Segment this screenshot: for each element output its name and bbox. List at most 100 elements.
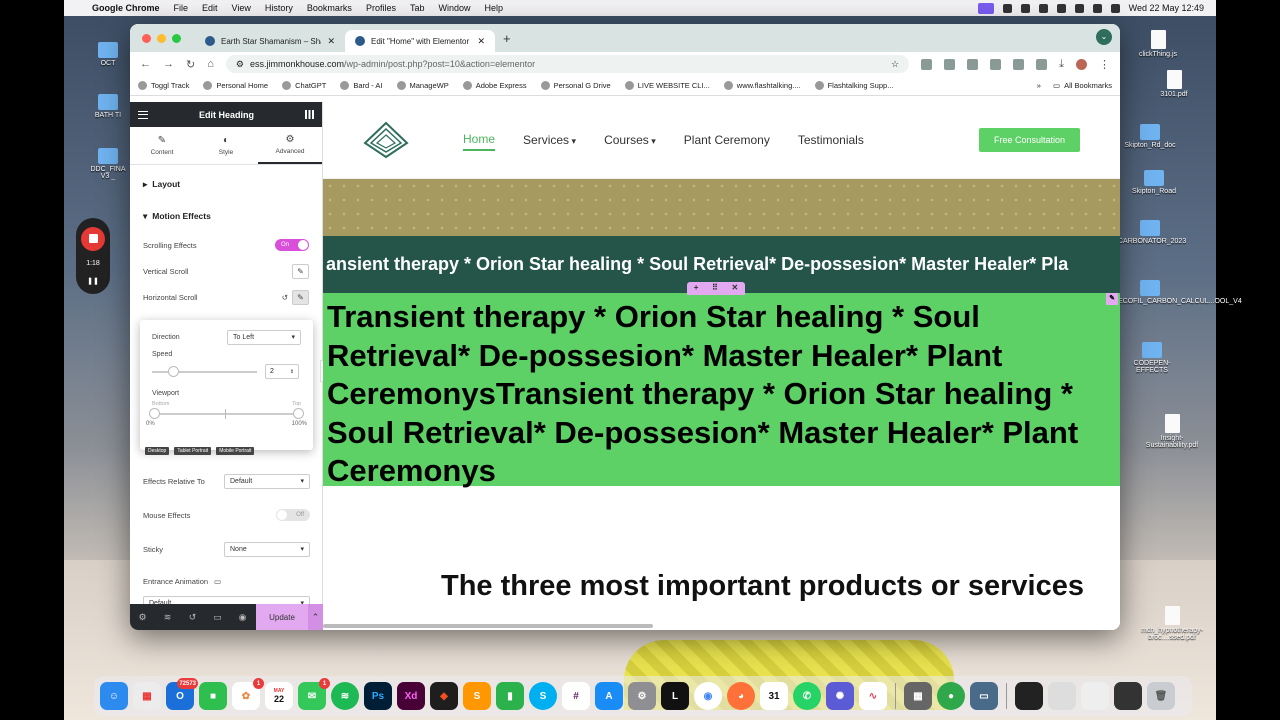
firefox-icon[interactable]: ◕	[727, 682, 755, 710]
device-chip-tablet[interactable]: Tablet Portrait	[174, 447, 212, 455]
menu-profiles[interactable]: Profiles	[366, 3, 396, 13]
horizontal-scrollbar[interactable]	[323, 624, 653, 628]
bookmark-item[interactable]: www.flashtalking....	[723, 81, 801, 90]
tab-search-icon[interactable]: ⌄	[1096, 29, 1112, 45]
control-center-icon[interactable]	[1110, 3, 1120, 13]
status-icon[interactable]	[1038, 3, 1048, 13]
section-motion-effects[interactable]: ▾ Motion Effects	[130, 200, 322, 232]
drag-handle-icon[interactable]: ⠿	[712, 269, 718, 308]
find-my-icon[interactable]: ●	[937, 682, 965, 710]
bookmark-item[interactable]: Bard - AI	[340, 81, 383, 90]
maximize-window-button[interactable]	[172, 33, 181, 43]
desktop-folder-left[interactable]: OCT	[86, 42, 130, 67]
desktop-folder-skipton-road[interactable]: Skipton_Road	[1122, 170, 1186, 195]
desktop-file-3101[interactable]: 3101.pdf	[1142, 70, 1206, 98]
outlook-icon[interactable]: O 72573	[166, 678, 198, 710]
bookmark-item[interactable]: ChatGPT	[282, 81, 326, 90]
bookmark-item[interactable]: Personal Home	[203, 81, 268, 90]
history-icon[interactable]: ↺	[180, 612, 205, 623]
speed-slider[interactable]: 2 ⇕	[152, 362, 301, 382]
photoshop-icon[interactable]: Ps	[364, 682, 392, 710]
launchpad-icon[interactable]: ▦	[133, 682, 161, 710]
app-store-icon[interactable]: A	[595, 682, 623, 710]
menu-history[interactable]: History	[265, 3, 293, 13]
sticky-select[interactable]: None ▾	[224, 541, 310, 557]
hamburger-menu-icon[interactable]	[138, 110, 148, 119]
site-logo-icon[interactable]	[363, 121, 409, 159]
section-layout[interactable]: ▸ Layout	[130, 168, 322, 200]
download-icon[interactable]: ⤓	[1059, 58, 1064, 71]
desktop-folder-left[interactable]: DDC_FINA V3 _	[86, 148, 130, 180]
desktop-folder-ecofil[interactable]: ECOFIL_CARBON_CALCUL...OOL_V4	[1118, 280, 1242, 305]
address-bar[interactable]: ⚙ ess.jimmonkhouse.com/wp-admin/post.php…	[225, 55, 910, 73]
adobe-xd-icon[interactable]: Xd	[397, 682, 425, 710]
nav-home[interactable]: Home	[463, 129, 496, 151]
menu-bookmarks[interactable]: Bookmarks	[307, 3, 352, 13]
desktop-file-clickthing[interactable]: clickThing.js	[1126, 30, 1190, 58]
extensions-puzzle-icon[interactable]	[1036, 58, 1048, 70]
whatsapp-icon[interactable]: ✆	[793, 682, 821, 710]
bookmark-item[interactable]: Adobe Express	[462, 81, 527, 90]
minimize-window-button[interactable]	[157, 33, 166, 43]
viewport-end-handle[interactable]	[293, 408, 304, 419]
loom-icon[interactable]: ✺	[826, 682, 854, 710]
facetime-icon[interactable]: ■	[199, 682, 227, 710]
desktop-folder-carbonator[interactable]: CARBONATOR_2023	[1118, 220, 1186, 245]
nav-plant-ceremony[interactable]: Plant Ceremony	[684, 133, 770, 147]
all-bookmarks[interactable]: ▭ All Bookmarks	[1053, 81, 1112, 90]
widgets-grid-icon[interactable]	[304, 110, 314, 119]
calendar-31-icon[interactable]: 31	[760, 682, 788, 710]
settings-icon[interactable]: ⚙	[130, 612, 155, 623]
reset-icon[interactable]: ↺	[282, 293, 288, 302]
minimized-window-thumb[interactable]	[1048, 682, 1076, 710]
desktop-folder-skipton-rd[interactable]: Skipton_Rd_doc	[1118, 124, 1182, 149]
extension-icon[interactable]	[921, 58, 933, 70]
calculator-icon[interactable]: ▦	[904, 682, 932, 710]
speed-number-input[interactable]: 2 ⇕	[265, 364, 299, 379]
minimized-window-thumb[interactable]	[1081, 682, 1109, 710]
photos-icon[interactable]: ✿ 1	[232, 678, 264, 710]
nav-testimonials[interactable]: Testimonials	[798, 133, 864, 147]
close-tab-icon[interactable]: ✕	[477, 36, 485, 47]
close-tab-icon[interactable]: ✕	[327, 36, 335, 47]
forward-icon[interactable]: →	[163, 58, 174, 70]
analytics-app-icon[interactable]: ∿	[859, 682, 887, 710]
trash-icon[interactable]: 🗑	[1147, 682, 1175, 710]
speed-slider-handle[interactable]	[168, 366, 179, 377]
bookmark-star-icon[interactable]: ☆	[891, 59, 899, 70]
device-chip-mobile[interactable]: Mobile Portrait	[216, 447, 255, 455]
chrome-icon[interactable]: ◉	[694, 682, 722, 710]
figma-icon[interactable]: ◆	[430, 682, 458, 710]
tab-earth-star[interactable]: Earth Star Shamanism – Sham ✕	[195, 30, 345, 52]
spotify-icon[interactable]: ≋	[331, 682, 359, 710]
messages-icon[interactable]: ✉ 1	[298, 678, 330, 710]
direction-select[interactable]: To Left ▾	[227, 329, 301, 345]
search-icon[interactable]	[1092, 3, 1102, 13]
chrome-menu-icon[interactable]: ⋮	[1099, 58, 1110, 71]
update-options-icon[interactable]: ⌃	[308, 604, 323, 630]
profile-avatar[interactable]	[1076, 58, 1087, 70]
tab-style[interactable]: ◐ Style	[194, 127, 258, 164]
bookmark-item[interactable]: Toggl Track	[138, 81, 189, 90]
responsive-mode-icon[interactable]: ▭	[205, 612, 230, 623]
heading-widget[interactable]: + ⠿ ✕ ✎ Transient therapy * Orion Star h…	[323, 282, 1120, 488]
tab-advanced[interactable]: ⚙ Advanced	[258, 127, 322, 164]
bookmark-item[interactable]: LIVE WEBSITE CLI...	[624, 81, 710, 90]
site-info-icon[interactable]: ⚙	[236, 59, 244, 70]
device-chip-desktop[interactable]: Desktop	[145, 447, 170, 455]
menu-window[interactable]: Window	[438, 3, 470, 13]
extension-icon[interactable]	[1013, 58, 1025, 70]
desktop-folder-codepen[interactable]: CODEPEN-EFFECTS	[1120, 342, 1184, 374]
system-settings-icon[interactable]: ⚙	[628, 682, 656, 710]
slack-icon[interactable]: #	[562, 682, 590, 710]
extension-icon[interactable]	[990, 58, 1002, 70]
status-icon[interactable]	[1056, 3, 1066, 13]
bookmark-item[interactable]: Personal G Drive	[540, 81, 611, 90]
close-window-button[interactable]	[142, 33, 151, 43]
add-section-icon[interactable]: +	[694, 269, 699, 308]
bookmark-item[interactable]: Flashtalking Supp...	[814, 81, 893, 90]
minimized-window-thumb[interactable]	[1114, 682, 1142, 710]
bookmarks-overflow-icon[interactable]: »	[1037, 81, 1041, 90]
menu-file[interactable]: File	[174, 3, 189, 13]
preview-icon[interactable]: ▭	[970, 682, 998, 710]
